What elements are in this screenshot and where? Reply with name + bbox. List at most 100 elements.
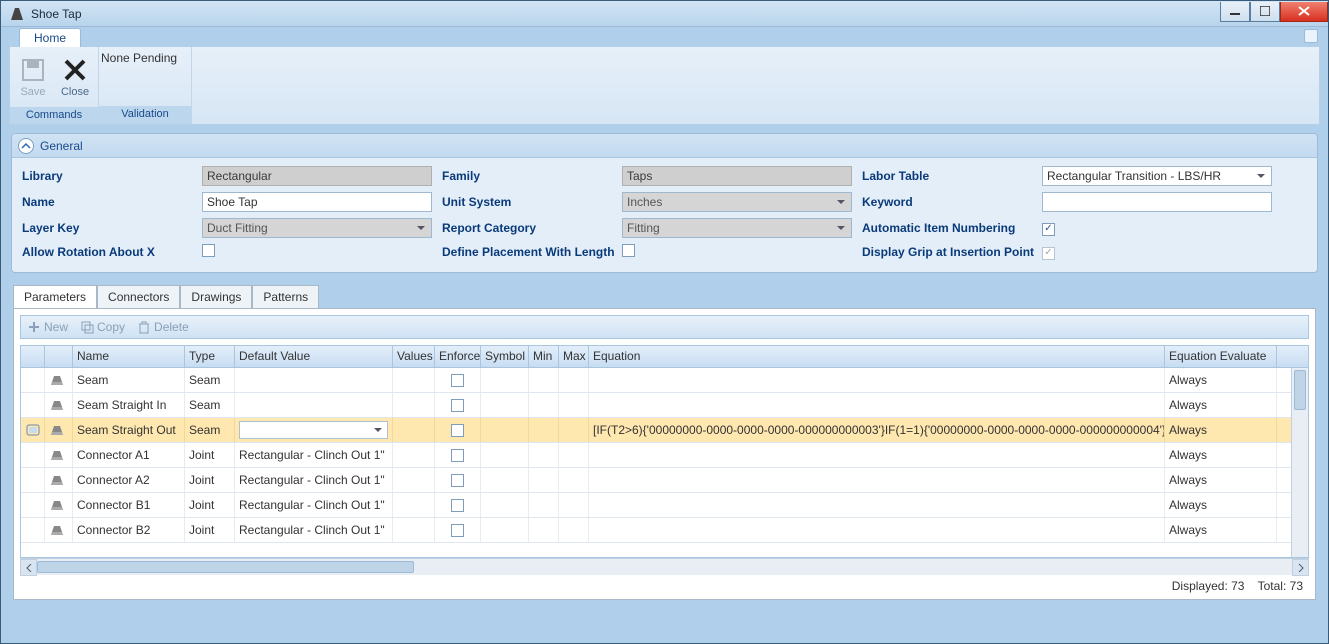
displayed-count: 73 xyxy=(1231,579,1244,593)
cell-max xyxy=(559,368,589,392)
cell-name: Seam Straight In xyxy=(73,393,185,417)
cell-values xyxy=(393,518,435,542)
col-eq-eval[interactable]: Equation Evaluate xyxy=(1165,346,1277,367)
allow-rotation-checkbox[interactable] xyxy=(202,244,215,257)
enforce-checkbox[interactable] xyxy=(451,399,464,412)
general-header[interactable]: General xyxy=(12,134,1317,158)
keyword-field[interactable] xyxy=(1042,192,1272,212)
label-name: Name xyxy=(22,195,202,209)
label-allow-rotation: Allow Rotation About X xyxy=(22,245,202,259)
col-enforce[interactable]: Enforce xyxy=(435,346,481,367)
grid-body: SeamSeamAlwaysSeam Straight InSeamAlways… xyxy=(21,368,1308,557)
horizontal-scrollbar[interactable] xyxy=(20,558,1309,575)
maximize-button[interactable] xyxy=(1250,2,1280,22)
cell-enforce xyxy=(435,418,481,442)
define-placement-checkbox[interactable] xyxy=(622,244,635,257)
cell-name: Seam xyxy=(73,368,185,392)
cell-max xyxy=(559,443,589,467)
tab-connectors[interactable]: Connectors xyxy=(97,285,180,308)
cell-enforce xyxy=(435,368,481,392)
enforce-checkbox[interactable] xyxy=(451,524,464,537)
cell-eq-eval: Always xyxy=(1165,368,1277,392)
ribbon-group-validation: None Pending Validation xyxy=(99,47,192,124)
trash-icon xyxy=(137,320,151,334)
col-equation[interactable]: Equation xyxy=(589,346,1165,367)
delete-button[interactable]: Delete xyxy=(137,320,189,334)
close-ribbon-button[interactable]: Close xyxy=(54,49,96,105)
cell-max xyxy=(559,418,589,442)
row-marker xyxy=(21,493,45,517)
table-row[interactable]: Connector B2JointRectangular - Clinch Ou… xyxy=(21,518,1308,543)
tab-home[interactable]: Home xyxy=(19,28,81,47)
label-auto-numbering: Automatic Item Numbering xyxy=(862,221,1042,235)
general-panel: General Library Rectangular Family Taps … xyxy=(11,133,1318,273)
row-marker xyxy=(21,443,45,467)
enforce-checkbox[interactable] xyxy=(451,449,464,462)
cell-default[interactable] xyxy=(235,418,393,442)
new-button[interactable]: New xyxy=(27,320,68,334)
parameter-icon xyxy=(45,393,73,417)
table-row[interactable]: Seam Straight InSeamAlways xyxy=(21,393,1308,418)
col-marker[interactable] xyxy=(21,346,45,367)
scroll-left-arrow[interactable] xyxy=(20,559,37,576)
scrollbar-thumb[interactable] xyxy=(1294,370,1306,410)
col-symbol[interactable]: Symbol xyxy=(481,346,529,367)
table-row[interactable]: Connector B1JointRectangular - Clinch Ou… xyxy=(21,493,1308,518)
tab-patterns[interactable]: Patterns xyxy=(252,285,319,308)
tab-parameters[interactable]: Parameters xyxy=(13,285,97,308)
cell-eq-eval: Always xyxy=(1165,468,1277,492)
minimize-button[interactable] xyxy=(1220,2,1250,22)
col-type[interactable]: Type xyxy=(185,346,235,367)
col-min[interactable]: Min xyxy=(529,346,559,367)
cell-type: Joint xyxy=(185,493,235,517)
copy-button[interactable]: Copy xyxy=(80,320,125,334)
cell-name: Seam Straight Out xyxy=(73,418,185,442)
cell-min xyxy=(529,468,559,492)
enforce-checkbox[interactable] xyxy=(451,424,464,437)
col-icon[interactable] xyxy=(45,346,73,367)
cell-min xyxy=(529,518,559,542)
tab-drawings[interactable]: Drawings xyxy=(180,285,252,308)
cell-min xyxy=(529,368,559,392)
cell-type: Joint xyxy=(185,468,235,492)
total-count: 73 xyxy=(1290,579,1303,593)
auto-numbering-checkbox[interactable] xyxy=(1042,223,1055,236)
ribbon-collapse-icon[interactable] xyxy=(1304,29,1318,43)
vertical-scrollbar[interactable] xyxy=(1291,368,1308,557)
cell-max xyxy=(559,493,589,517)
default-value-select[interactable] xyxy=(239,421,388,439)
table-row[interactable]: SeamSeamAlways xyxy=(21,368,1308,393)
save-button[interactable]: Save xyxy=(12,49,54,105)
row-marker xyxy=(21,393,45,417)
hscroll-thumb[interactable] xyxy=(37,561,414,573)
cell-min xyxy=(529,393,559,417)
table-row[interactable]: Connector A2JointRectangular - Clinch Ou… xyxy=(21,468,1308,493)
col-values[interactable]: Values xyxy=(393,346,435,367)
close-button[interactable] xyxy=(1280,2,1328,22)
enforce-checkbox[interactable] xyxy=(451,374,464,387)
scroll-right-arrow[interactable] xyxy=(1292,559,1309,576)
plus-icon xyxy=(27,320,41,334)
close-icon xyxy=(61,56,89,84)
hscroll-track[interactable] xyxy=(37,559,1292,575)
cell-name: Connector A1 xyxy=(73,443,185,467)
row-marker xyxy=(21,418,45,442)
cell-equation xyxy=(589,443,1165,467)
col-name[interactable]: Name xyxy=(73,346,185,367)
col-default[interactable]: Default Value xyxy=(235,346,393,367)
table-row[interactable]: Connector A1JointRectangular - Clinch Ou… xyxy=(21,443,1308,468)
cell-default: Rectangular - Clinch Out 1" xyxy=(235,493,393,517)
cell-symbol xyxy=(481,493,529,517)
cell-equation xyxy=(589,468,1165,492)
table-row[interactable]: Seam Straight OutSeam[IF(T2>6){'00000000… xyxy=(21,418,1308,443)
cell-symbol xyxy=(481,418,529,442)
name-field[interactable]: Shoe Tap xyxy=(202,192,432,212)
label-report-category: Report Category xyxy=(442,221,622,235)
general-title: General xyxy=(40,139,83,153)
cell-name: Connector A2 xyxy=(73,468,185,492)
col-max[interactable]: Max xyxy=(559,346,589,367)
labor-table-select[interactable]: Rectangular Transition - LBS/HR xyxy=(1042,166,1272,186)
enforce-checkbox[interactable] xyxy=(451,499,464,512)
cell-default: Rectangular - Clinch Out 1" xyxy=(235,468,393,492)
enforce-checkbox[interactable] xyxy=(451,474,464,487)
